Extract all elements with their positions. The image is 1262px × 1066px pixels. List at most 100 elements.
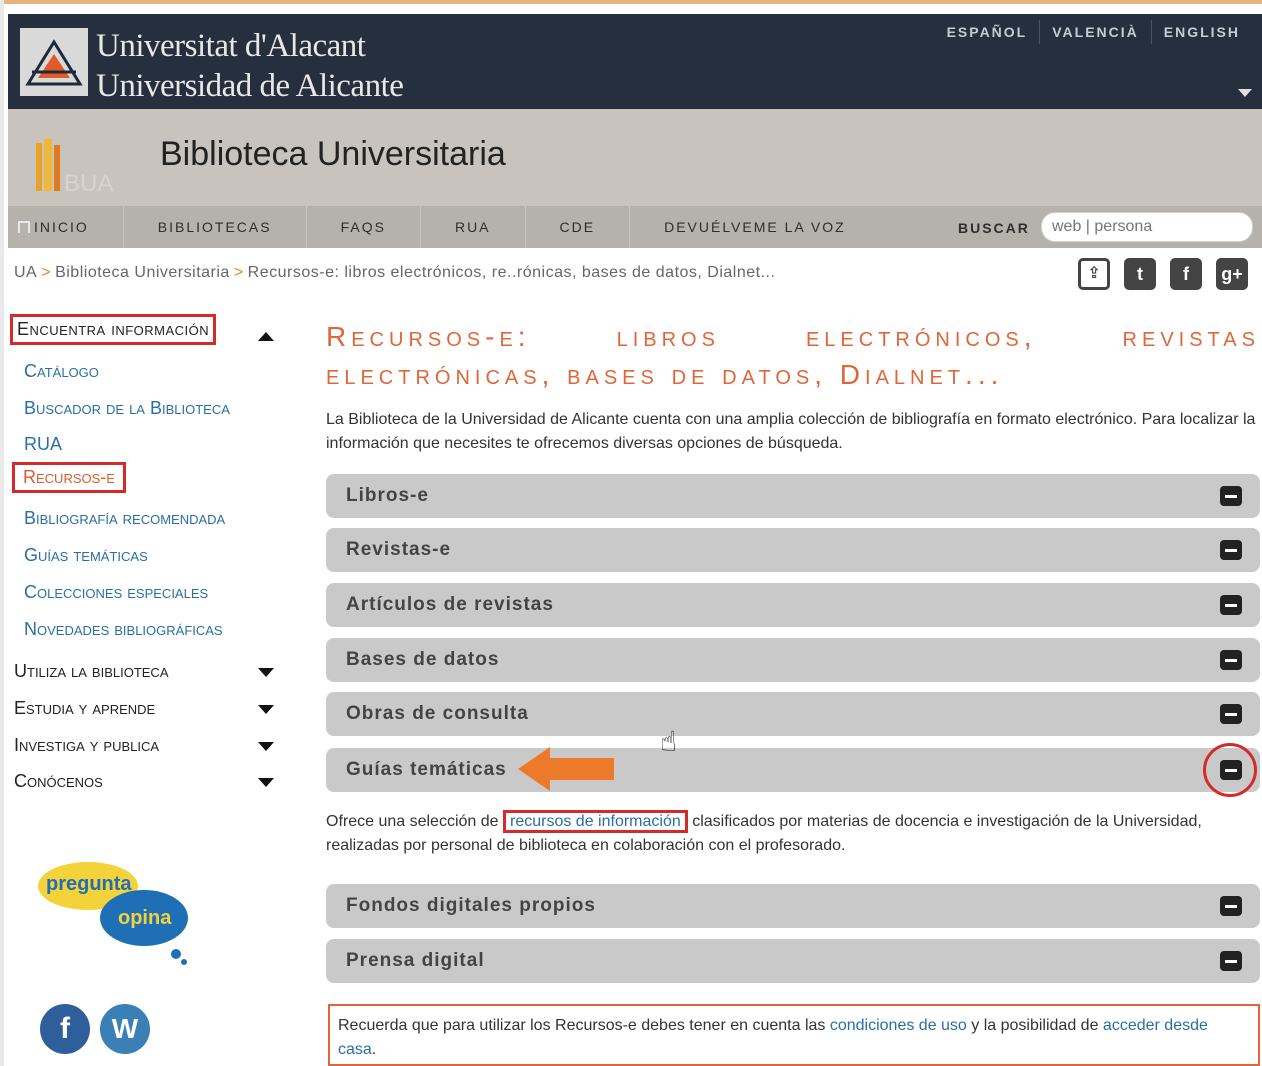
accordion-libros-e[interactable]: Libros-e [326,474,1260,518]
title-word: revistas [1122,321,1260,352]
expand-icon[interactable] [258,742,274,751]
sidebar-link-colecciones[interactable]: Colecciones especiales [24,582,208,603]
hand-cursor-icon: ☝ [660,726,678,757]
expand-icon[interactable] [258,778,274,787]
toggle-icon[interactable] [1220,951,1242,971]
toggle-icon[interactable] [1220,486,1242,506]
header-dropdown-icon[interactable] [1238,89,1252,97]
notice-text: Recuerda que para utilizar los Recursos-… [338,1017,830,1034]
toggle-icon[interactable] [1220,595,1242,615]
sidebar-link-bibliografia[interactable]: Bibliografía recomendada [24,508,225,529]
sidebar-link-guias[interactable]: Guías temáticas [24,545,148,566]
sidebar-link-rua[interactable]: RUA [24,434,62,455]
breadcrumb-separator: > [41,264,52,281]
accordion-guias-tematicas[interactable]: Guías temáticas [326,748,1260,792]
intro-text: La Biblioteca de la Universidad de Alica… [326,411,1256,452]
nav-home-label: INICIO [34,219,89,235]
nav-rua[interactable]: RUA [421,206,526,248]
pregunta-opina-banner[interactable]: pregunta opina [36,858,196,968]
breadcrumb-ua[interactable]: UA [14,264,37,281]
university-names: Universitat d'Alacant Universidad de Ali… [96,26,404,106]
usage-notice: Recuerda que para utilizar los Recursos-… [328,1004,1260,1066]
nav-devuelveme[interactable]: DEVUÉLVEME LA VOZ [630,206,880,248]
search-label: BUSCAR [958,220,1030,236]
toggle-icon[interactable] [1220,896,1242,916]
nav-bibliotecas[interactable]: BIBLIOTECAS [124,206,307,248]
breadcrumb-biblioteca[interactable]: Biblioteca Universitaria [55,264,230,281]
title-word: Recursos-e: [326,321,531,352]
condiciones-uso-link[interactable]: condiciones de uso [830,1017,967,1034]
arrow-left-icon [518,747,614,791]
accordion-bases-datos[interactable]: Bases de datos [326,638,1260,682]
share-icon[interactable]: ⇪ [1078,258,1110,290]
accordion-fondos-digitales[interactable]: Fondos digitales propios [326,884,1260,928]
facebook-icon[interactable]: f [1170,258,1202,290]
accordion-label: Guías temáticas [346,759,507,780]
sidebar-section-investiga[interactable]: Investiga y publica [14,735,159,756]
university-logo[interactable] [20,28,88,96]
accordion-label: Prensa digital [346,950,485,971]
top-border [0,0,1262,4]
accordion-obras-consulta[interactable]: Obras de consulta [326,692,1260,736]
collapse-icon[interactable] [258,332,274,341]
toggle-icon[interactable] [1220,704,1242,724]
svg-text:BUA: BUA [64,170,113,194]
lang-spanish[interactable]: ESPAÑOL [935,20,1040,44]
breadcrumb-separator: > [233,264,244,281]
toggle-icon[interactable] [1220,540,1242,560]
guias-description: Ofrece una selección de recursos de info… [326,810,1260,858]
facebook-icon[interactable]: f [40,1004,90,1054]
left-border [0,0,4,1066]
search-input[interactable] [1041,212,1253,242]
sidebar-section-open[interactable]: Encuentra información [10,314,282,345]
accordion-revistas-e[interactable]: Revistas-e [326,528,1260,572]
toggle-icon[interactable] [1220,650,1242,670]
accordion-label: Fondos digitales propios [346,895,596,916]
expand-icon[interactable] [258,668,274,677]
svg-text:pregunta: pregunta [46,873,132,895]
nav-faqs[interactable]: FAQS [307,206,421,248]
lang-valencian[interactable]: VALENCIÀ [1039,20,1151,44]
guias-desc-text: Ofrece una selección de [326,813,503,830]
googleplus-icon[interactable]: g+ [1216,258,1248,290]
home-icon [18,221,30,233]
main-nav: INICIO BIBLIOTECAS FAQS RUA CDE DEVUÉLVE… [8,206,1262,248]
nav-home[interactable]: INICIO [8,206,124,248]
sidebar-link-recursos-e[interactable]: Recursos-e [12,462,126,493]
nav-cde[interactable]: CDE [526,206,631,248]
title-line-2: electrónicas, bases de datos, Dialnet... [326,359,1004,390]
breadcrumb: UA > Biblioteca Universitaria > Recursos-e: … [14,264,775,282]
title-word: electrónicos, [805,321,1037,352]
recursos-informacion-link[interactable]: recursos de información [503,810,688,833]
twitter-icon[interactable]: t [1124,258,1156,290]
accordion-label: Bases de datos [346,649,500,670]
site-title: Biblioteca Universitaria [160,135,506,173]
sidebar-link-buscador[interactable]: Buscador de la Biblioteca [24,398,230,419]
sidebar-section-estudia[interactable]: Estudia y aprende [14,698,155,719]
share-icons: ⇪ t f g+ [1078,258,1248,290]
notice-text: y la posibilidad de [966,1017,1103,1034]
sidebar-link-catalogo[interactable]: Catálogo [24,361,99,382]
sidebar-section-encuentra[interactable]: Encuentra información [10,314,217,345]
sidebar-section-utiliza[interactable]: Utiliza la biblioteca [14,661,169,682]
accordion-label: Revistas-e [346,539,452,560]
accordion-label: Obras de consulta [346,703,529,724]
notice-text: . [371,1041,377,1058]
accordion-label: Libros-e [346,485,429,506]
lang-english[interactable]: ENGLISH [1150,20,1252,44]
expand-icon[interactable] [258,705,274,714]
accordion-prensa-digital[interactable]: Prensa digital [326,939,1260,983]
university-name-ca: Universitat d'Alacant [96,28,366,64]
university-name-es: Universidad de Alicante [96,68,404,104]
breadcrumb-current: Recursos-e: libros electrónicos, re..rón… [247,264,776,281]
accordion-articulos[interactable]: Artículos de revistas [326,583,1260,627]
site-banner: BUA Biblioteca Universitaria [8,109,1262,206]
bua-logo[interactable]: BUA [26,139,126,197]
wordpress-icon[interactable]: W [100,1004,150,1054]
university-header: Universitat d'Alacant Universidad de Ali… [8,14,1262,109]
sidebar-link-novedades[interactable]: Novedades bibliográficas [24,619,223,640]
page-title: Recursos-e: libros electrónicos, revista… [326,318,1260,394]
language-selector: ESPAÑOL VALENCIÀ ENGLISH [935,20,1252,44]
sidebar-section-conocenos[interactable]: Conócenos [14,771,103,792]
svg-text:opina: opina [118,907,172,929]
